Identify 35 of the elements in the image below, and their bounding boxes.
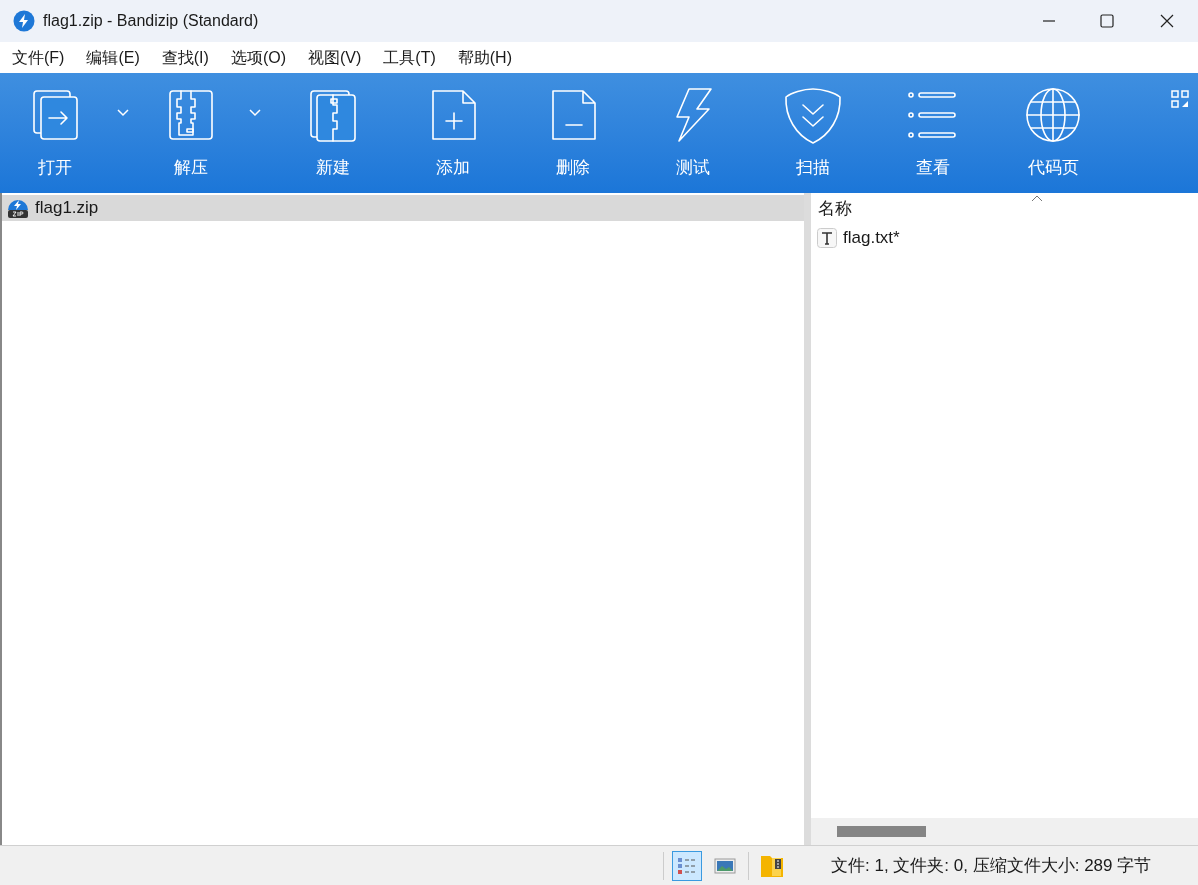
toolbar-button[interactable]: 新建 bbox=[273, 78, 393, 188]
shield-icon bbox=[783, 85, 843, 146]
menu-item[interactable]: 选项(O) bbox=[222, 43, 294, 72]
menu-item[interactable]: 文件(F) bbox=[4, 43, 73, 72]
app-logo-icon bbox=[13, 10, 35, 32]
image-view-icon bbox=[714, 855, 736, 876]
toolbar-button[interactable]: 测试 bbox=[633, 78, 753, 188]
window-title: flag1.zip - Bandizip (Standard) bbox=[43, 11, 259, 31]
menu-item[interactable]: 编辑(E) bbox=[78, 43, 148, 72]
menu-item[interactable]: 查找(I) bbox=[153, 43, 217, 72]
tree-item[interactable]: flag1.zip bbox=[2, 195, 804, 221]
toolbar-button[interactable]: 打开 bbox=[10, 78, 100, 188]
scrollbar-thumb[interactable] bbox=[837, 826, 926, 837]
toolbar-button[interactable]: 添加 bbox=[393, 78, 513, 188]
menu-item[interactable]: 视图(V) bbox=[300, 43, 370, 72]
text-file-icon bbox=[817, 228, 837, 248]
sort-caret-icon bbox=[1031, 195, 1043, 202]
toolbar-button[interactable]: 查看 bbox=[873, 78, 993, 188]
toolbar-button[interactable]: 删除 bbox=[513, 78, 633, 188]
details-view-icon bbox=[676, 855, 698, 876]
caret-icon bbox=[117, 109, 129, 117]
close-icon bbox=[1160, 14, 1174, 28]
menu-item[interactable]: 帮助(H) bbox=[449, 43, 520, 72]
file-row[interactable]: flag.txt* bbox=[811, 225, 1198, 251]
toolbar-button[interactable]: 代码页 bbox=[993, 78, 1113, 188]
menu-item[interactable]: 工具(T) bbox=[375, 43, 444, 72]
column-header[interactable]: 名称 bbox=[811, 193, 1198, 225]
maximize-icon bbox=[1100, 14, 1114, 28]
toolbar-button[interactable]: 扫描 bbox=[753, 78, 873, 188]
caret-icon bbox=[248, 109, 261, 117]
layout-grid-icon[interactable] bbox=[1170, 89, 1190, 109]
view-mode-button[interactable] bbox=[672, 850, 702, 881]
horizontal-scrollbar[interactable] bbox=[811, 818, 1198, 845]
toolbar-button[interactable]: 解压 bbox=[146, 78, 236, 188]
status-text: 文件: 1, 文件夹: 0, 压缩文件大小: 289 字节 bbox=[831, 854, 1152, 877]
